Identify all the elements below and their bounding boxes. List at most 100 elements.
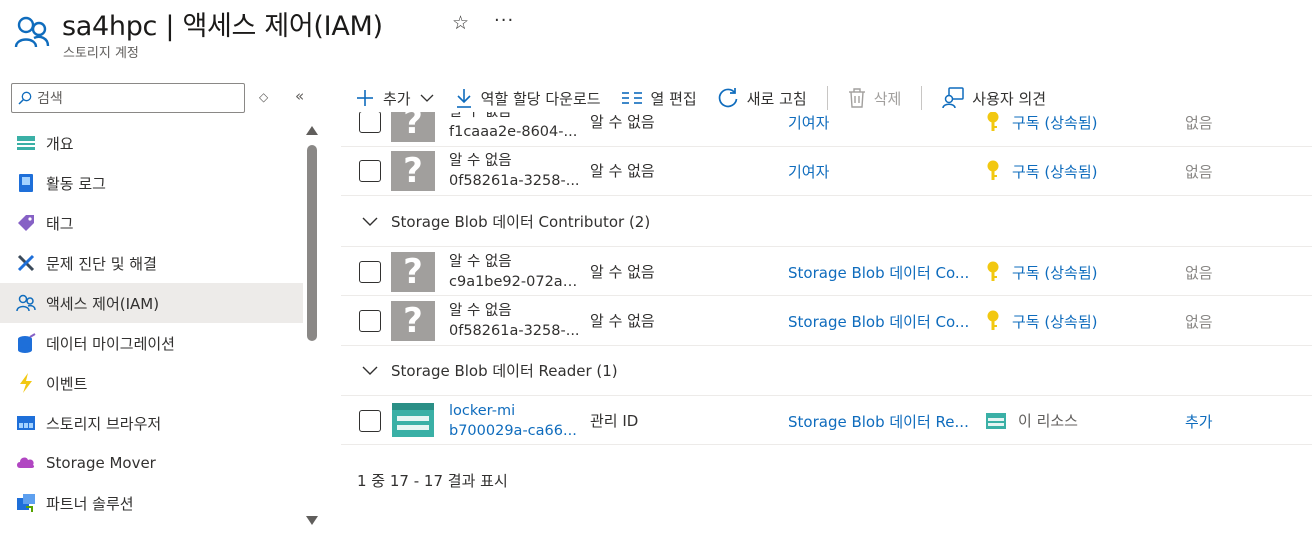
sidebar-search-input[interactable]: 검색 — [11, 83, 245, 113]
sidebar-item-events[interactable]: 이벤트 — [0, 363, 303, 403]
download-assignments-button[interactable]: 역할 할당 다운로드 — [455, 88, 601, 109]
key-icon — [987, 160, 999, 180]
unknown-user-avatar: ? — [391, 301, 435, 341]
scope-cell: 구독 (상속됨) — [986, 310, 1097, 332]
key-icon — [987, 261, 999, 281]
wrench-icon — [16, 253, 36, 273]
add-condition-link[interactable]: 추가 — [1185, 411, 1213, 432]
table-row[interactable]: ? 알 수 없음 0f58261a-3258-... 알 수 없음 기여자 구독… — [341, 146, 1312, 196]
sidebar-scrollbar[interactable] — [307, 145, 317, 341]
principal-name: 알 수 없음 0f58261a-3258-... — [449, 303, 580, 339]
sidebar-item-iam[interactable]: 액세스 제어(IAM) — [0, 283, 303, 323]
principal-name: 알 수 없음 f1caaa2e-8604-... — [449, 112, 578, 140]
principal-name: 알 수 없음 0f58261a-3258-... — [449, 153, 580, 189]
scope-cell: 구독 (상속됨) — [986, 112, 1097, 133]
sidebar-item-label: 활동 로그 — [46, 174, 106, 193]
feedback-label: 사용자 의견 — [972, 89, 1047, 108]
sidebar-item-overview[interactable]: 개요 — [0, 123, 303, 163]
unknown-user-avatar: ? — [391, 252, 435, 292]
sidebar-item-activity-log[interactable]: 활동 로그 — [0, 163, 303, 203]
toolbar-divider — [826, 86, 828, 110]
role-link[interactable]: Storage Blob 데이터 Co... — [788, 311, 976, 332]
table-row[interactable]: locker-mi b700029a-ca66... 관리 ID Storage… — [341, 395, 1312, 445]
scope-link[interactable]: 구독 (상속됨) — [1012, 112, 1097, 133]
sidebar-item-label: 태그 — [46, 214, 74, 233]
scope-link[interactable]: 구독 (상속됨) — [1012, 311, 1097, 332]
sidebar-item-storage-browser[interactable]: 스토리지 브라우저 — [0, 403, 303, 443]
sidebar-item-label: 스토리지 브라우저 — [46, 414, 162, 433]
key-icon — [987, 112, 999, 131]
sidebar-item-data-migration[interactable]: 데이터 마이그레이션 — [0, 323, 303, 363]
principal-type: 알 수 없음 — [590, 312, 655, 330]
plus-icon — [357, 90, 373, 106]
expand-collapse-icon[interactable]: ◇ — [259, 90, 268, 104]
sidebar-item-storage-mover[interactable]: Storage Mover — [0, 443, 303, 483]
row-checkbox[interactable] — [359, 160, 381, 182]
add-button[interactable]: 추가 — [355, 88, 435, 109]
star-icon[interactable]: ☆ — [452, 12, 469, 34]
storage-browser-icon — [16, 413, 36, 433]
tag-icon — [16, 213, 36, 233]
condition-cell: 없음 — [1185, 114, 1213, 132]
scope-text: 이 리소스 — [1018, 412, 1078, 430]
delete-button[interactable]: 삭제 — [848, 88, 902, 109]
principal-name[interactable]: locker-mi b700029a-ca66... — [449, 401, 581, 441]
role-link[interactable]: 기여자 — [788, 112, 976, 133]
sidebar-item-label: 개요 — [46, 134, 74, 153]
sidebar-item-label: 액세스 제어(IAM) — [46, 294, 160, 313]
principal-type: 알 수 없음 — [590, 263, 655, 281]
role-link[interactable]: Storage Blob 데이터 Re... — [788, 411, 976, 432]
table-row[interactable]: ? 알 수 없음 f1caaa2e-8604-... 알 수 없음 기여자 구독… — [341, 112, 1312, 147]
scroll-up-arrow[interactable] — [306, 126, 318, 135]
group-header-reader[interactable]: Storage Blob 데이터 Reader (1) — [341, 345, 1312, 395]
sidebar-item-label: 이벤트 — [46, 374, 88, 393]
row-checkbox[interactable] — [359, 410, 381, 432]
role-link[interactable]: 기여자 — [788, 161, 976, 182]
storage-account-icon — [986, 412, 1006, 429]
collapse-sidebar-icon[interactable]: « — [295, 87, 304, 105]
group-header-contributor[interactable]: Storage Blob 데이터 Contributor (2) — [341, 196, 1312, 246]
role-assignments-table: ? 알 수 없음 f1caaa2e-8604-... 알 수 없음 기여자 구독… — [341, 112, 1312, 449]
sidebar-item-diagnose[interactable]: 문제 진단 및 해결 — [0, 243, 303, 283]
principal-name: 알 수 없음 c9a1be92-072a-... — [449, 254, 581, 290]
delete-label: 삭제 — [873, 89, 902, 108]
sidebar-item-partner-solutions[interactable]: 파트너 솔루션 — [0, 483, 303, 523]
scope-link[interactable]: 구독 (상속됨) — [1012, 161, 1097, 182]
page-title: sa4hpc | 액세스 제어(IAM) — [62, 11, 383, 42]
row-checkbox[interactable] — [359, 112, 381, 133]
add-label: 추가 — [383, 89, 411, 108]
pagination-summary: 1 중 17 - 17 결과 표시 — [357, 472, 508, 490]
more-options-button[interactable]: ··· — [494, 10, 514, 31]
principal-type: 알 수 없음 — [590, 162, 655, 180]
sidebar-item-label: Storage Mover — [46, 454, 156, 472]
table-row[interactable]: ? 알 수 없음 c9a1be92-072a-... 알 수 없음 Storag… — [341, 246, 1312, 296]
data-migration-icon — [16, 333, 36, 353]
edit-columns-button[interactable]: 열 편집 — [621, 88, 697, 109]
trash-icon — [848, 88, 865, 108]
page-subtitle: 스토리지 계정 — [63, 46, 139, 61]
refresh-button[interactable]: 새로 고침 — [717, 87, 807, 109]
condition-cell: 없음 — [1185, 264, 1213, 282]
columns-icon — [621, 92, 642, 104]
chevron-down-icon — [362, 217, 378, 226]
feedback-icon — [942, 87, 965, 109]
role-link[interactable]: Storage Blob 데이터 Co... — [788, 262, 976, 283]
row-checkbox[interactable] — [359, 261, 381, 283]
chevron-down-icon — [362, 366, 378, 375]
sidebar-item-tags[interactable]: 태그 — [0, 203, 303, 243]
feedback-button[interactable]: 사용자 의견 — [942, 87, 1046, 109]
download-label: 역할 할당 다운로드 — [480, 89, 601, 108]
sidebar-nav: 개요 활동 로그 태그 문제 진단 및 해결 액세스 제어(IAM) 데이터 마… — [0, 123, 303, 523]
table-row[interactable]: ? 알 수 없음 0f58261a-3258-... 알 수 없음 Storag… — [341, 296, 1312, 346]
refresh-icon — [718, 88, 738, 108]
overview-icon — [16, 133, 36, 153]
cloud-icon — [16, 453, 36, 473]
partner-icon — [16, 493, 36, 513]
scope-cell: 구독 (상속됨) — [986, 261, 1097, 283]
scope-cell: 구독 (상속됨) — [986, 160, 1097, 182]
unknown-user-avatar: ? — [391, 112, 435, 142]
scope-link[interactable]: 구독 (상속됨) — [1012, 262, 1097, 283]
refresh-label: 새로 고침 — [746, 89, 807, 108]
row-checkbox[interactable] — [359, 310, 381, 332]
scroll-down-arrow[interactable] — [306, 516, 318, 525]
